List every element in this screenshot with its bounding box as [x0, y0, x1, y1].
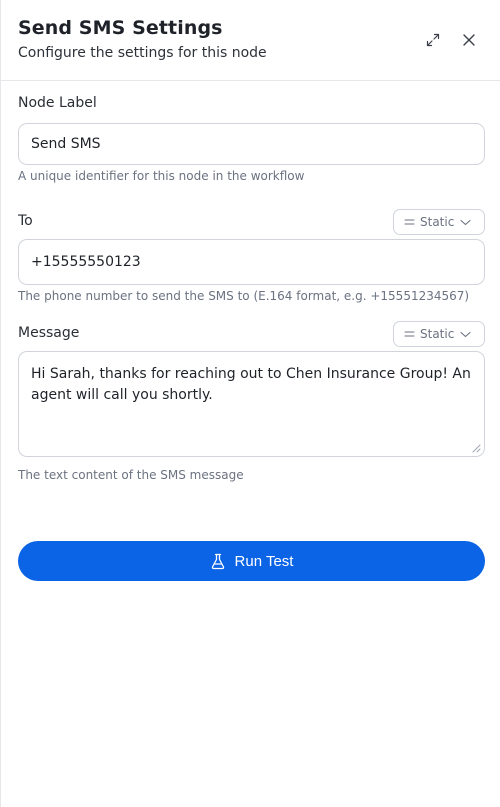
message-label: Message: [18, 325, 80, 341]
message-mode-value: Static: [420, 327, 455, 341]
to-phone-input[interactable]: +15555550123: [18, 239, 485, 285]
run-test-label: Run Test: [234, 552, 294, 570]
to-mode-select[interactable]: Static: [393, 209, 485, 235]
message-mode-select[interactable]: Static: [393, 321, 485, 347]
equals-icon: [404, 331, 415, 337]
run-test-button[interactable]: Run Test: [18, 541, 485, 581]
chevron-down-icon: [460, 331, 471, 337]
chevron-down-icon: [460, 219, 471, 225]
to-mode-value: Static: [420, 215, 455, 229]
close-icon: [463, 34, 475, 46]
panel-header: Send SMS Settings Configure the settings…: [1, 0, 500, 81]
node-label-input[interactable]: Send SMS: [18, 123, 485, 165]
to-label: To: [18, 213, 33, 229]
equals-icon: [404, 219, 415, 225]
resize-handle-icon[interactable]: [472, 444, 481, 453]
settings-panel: Send SMS Settings Configure the settings…: [0, 0, 500, 807]
message-text: Hi Sarah, thanks for reaching out to Che…: [31, 366, 471, 403]
close-button[interactable]: [459, 30, 479, 50]
message-hint: The text content of the SMS message: [18, 468, 244, 482]
expand-button[interactable]: [423, 30, 443, 50]
expand-icon: [426, 33, 440, 47]
node-label-label: Node Label: [18, 95, 97, 111]
message-textarea[interactable]: Hi Sarah, thanks for reaching out to Che…: [18, 351, 485, 457]
panel-subtitle: Configure the settings for this node: [18, 45, 267, 61]
flask-icon: [210, 553, 226, 570]
node-label-hint: A unique identifier for this node in the…: [18, 169, 305, 183]
panel-title: Send SMS Settings: [18, 17, 223, 39]
to-hint: The phone number to send the SMS to (E.1…: [18, 289, 470, 303]
